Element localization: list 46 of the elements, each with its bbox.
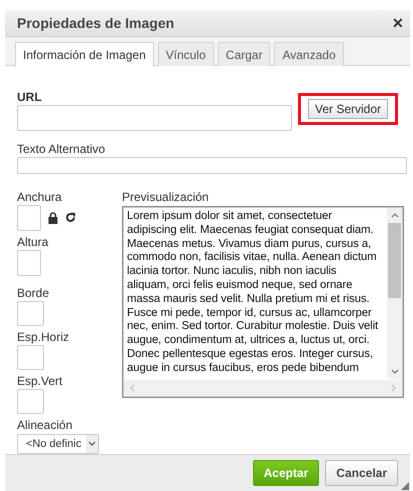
preview-text: commodo non, facilisis vitae, nulla. Aenean dictum	[127, 251, 378, 266]
scroll-left-icon[interactable]	[129, 383, 137, 393]
lock-icon[interactable]	[48, 212, 58, 224]
input-field[interactable]	[17, 105, 292, 131]
input-field[interactable]	[17, 205, 41, 231]
vertical-scrollbar[interactable]	[387, 208, 402, 379]
tab[interactable]: Vínculo	[158, 42, 214, 66]
preview-text: adipiscing elit. Maecenas feugiat consequat diam.	[127, 224, 374, 238]
field-label: Esp.Vert	[17, 374, 64, 388]
preview-text: Donec pellentesque egestas eros. Integer cursus,	[127, 348, 374, 362]
input-field[interactable]	[17, 250, 41, 276]
cancel-button[interactable]: Cancelar	[325, 460, 398, 486]
field-label: Alineación	[17, 418, 74, 432]
field-label: Altura	[17, 235, 50, 249]
resize-grip-icon[interactable]	[401, 482, 409, 490]
input-field[interactable]	[17, 345, 44, 370]
scroll-down-icon[interactable]	[390, 367, 400, 375]
preview-text: aliquam, orci felis euismod neque, sed ornare	[127, 278, 354, 293]
field-label: Borde	[17, 286, 50, 300]
field-label: Texto Alternativo	[17, 142, 106, 156]
preview-text: nec, enim. Sed tortor. Curabitur molestie. Duis velit	[127, 320, 380, 334]
input-field[interactable]	[17, 301, 44, 326]
horizontal-scrollbar[interactable]	[124, 380, 402, 396]
field-label: Esp.Horiz	[17, 330, 70, 344]
field-label: URL	[17, 90, 43, 104]
preview-text: lacinia tortor. Nunc iaculis, nibh non iaculis	[127, 265, 338, 279]
refresh-icon[interactable]	[65, 212, 76, 223]
preview-text: Fusce mi pede, tempor id, cursus ac, ullamcorper	[127, 306, 373, 320]
tab[interactable]: Información de Imagen	[15, 42, 154, 67]
preview-text: augue in cursus faucibus, eros pede bibendum	[127, 362, 360, 376]
input-field[interactable]	[17, 389, 44, 414]
scroll-up-icon[interactable]	[390, 212, 400, 220]
input-field[interactable]	[17, 157, 407, 174]
preview-text: Lorem ipsum dolor sit amet, consectetuer	[127, 210, 333, 224]
preview-text: massa mauris sed velit. Nulla pretium mi et risus.	[127, 292, 371, 307]
preview-text: Maecenas metus. Vivamus diam purus, cursus a,	[127, 238, 372, 252]
scroll-right-icon[interactable]	[389, 383, 397, 393]
tab[interactable]: Cargar	[218, 42, 270, 66]
close-button[interactable]: ✕	[392, 15, 404, 31]
window-title: Propiedades de Imagen	[17, 15, 174, 31]
preview-text: augue, condimentum at, ultrices a, luctus ut, orci.	[127, 334, 370, 348]
alignment-dropdown[interactable]: <No definic	[17, 434, 99, 454]
browse-button[interactable]: Ver Servidor	[308, 98, 388, 118]
field-label: Anchura	[17, 190, 63, 204]
field-label: Previsualización	[122, 190, 210, 204]
tab[interactable]: Avanzado	[274, 42, 344, 66]
